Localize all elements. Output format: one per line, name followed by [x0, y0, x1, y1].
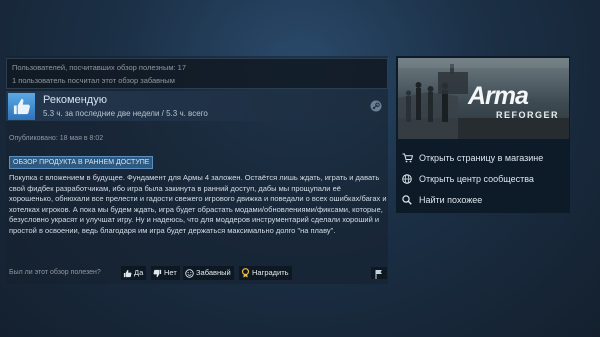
vote-no-button[interactable]: Нет: [151, 266, 180, 280]
open-store-page-label: Открыть страницу в магазине: [419, 153, 544, 163]
game-logo: Arma: [468, 82, 529, 110]
game-capsule[interactable]: Arma REFORGER: [398, 58, 569, 139]
thumbs-up-icon: [8, 93, 35, 120]
early-access-badge: ОБЗОР ПРОДУКТА В РАННЕМ ДОСТУПЕ: [9, 156, 154, 169]
vote-funny-button[interactable]: Забавный: [183, 266, 234, 280]
find-similar-link[interactable]: Найти похожее: [402, 192, 566, 208]
recommended-label: Рекомендую: [43, 94, 107, 106]
globe-icon: [402, 174, 412, 184]
award-label: Наградить: [252, 268, 289, 277]
thumbs-up-icon: [123, 269, 132, 277]
award-button[interactable]: Наградить: [239, 266, 292, 280]
playtime: 5.3 ч. за последние две недели / 5.3 ч. …: [43, 109, 208, 118]
review-verdict: Рекомендую 5.3 ч. за последние две недел…: [6, 91, 388, 121]
report-button[interactable]: [371, 267, 387, 279]
review-body: Покупка с вложением в будущее. Фундамент…: [9, 173, 387, 235]
thumbs-down-icon: [153, 269, 162, 277]
steam-icon: [370, 100, 382, 112]
open-community-hub-label: Открыть центр сообщества: [419, 174, 534, 184]
review-card: Пользователей, посчитавших обзор полезны…: [6, 56, 388, 284]
award-icon: [241, 268, 250, 278]
vote-question: Был ли этот обзор полезен?: [9, 269, 101, 276]
find-similar-label: Найти похожее: [419, 195, 483, 205]
open-store-page-link[interactable]: Открыть страницу в магазине: [402, 150, 566, 166]
helpful-count: Пользователей, посчитавших обзор полезны…: [12, 63, 187, 72]
posted-date: Опубликовано: 18 мая в 8:02: [9, 135, 104, 142]
vote-yes-label: Да: [134, 268, 144, 277]
funny-face-icon: [185, 268, 194, 278]
vote-funny-label: Забавный: [196, 268, 231, 277]
search-icon: [402, 195, 412, 205]
game-sidebar: Arma REFORGER Открыть страницу в магазин…: [396, 56, 570, 213]
game-subtitle: REFORGER: [496, 110, 560, 120]
vote-no-label: Нет: [164, 268, 177, 277]
vote-yes-button[interactable]: Да: [121, 266, 147, 280]
flag-icon: [375, 270, 382, 279]
helpful-summary: Пользователей, посчитавших обзор полезны…: [6, 58, 388, 89]
vote-row: Был ли этот обзор полезен? Да Нет Забавн…: [6, 265, 388, 281]
open-community-hub-link[interactable]: Открыть центр сообщества: [402, 171, 566, 187]
funny-count: 1 пользователь посчитал этот обзор забав…: [12, 76, 175, 85]
cart-icon: [402, 153, 413, 163]
